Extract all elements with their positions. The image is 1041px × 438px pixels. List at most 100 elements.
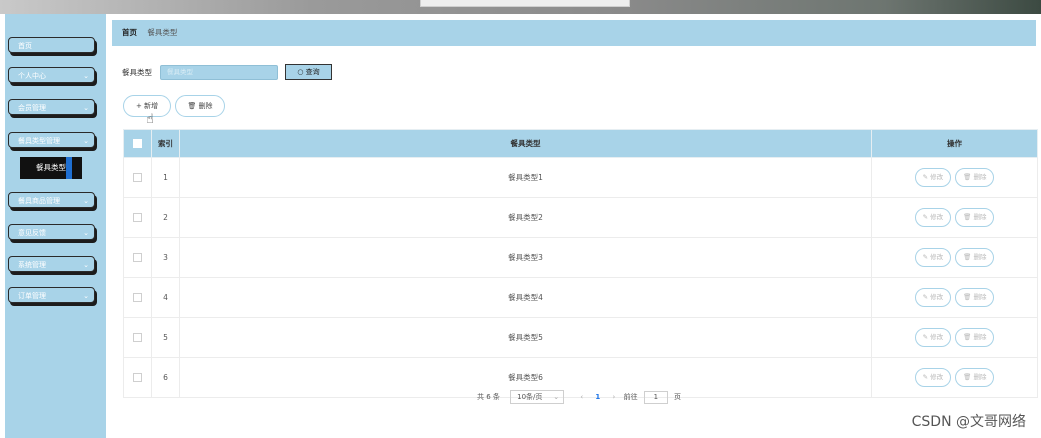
prev-page-button[interactable]: ‹ — [580, 393, 583, 401]
search-button-label: 查询 — [305, 68, 320, 76]
trash-icon: 🗑 — [963, 293, 972, 301]
goto-label: 前往 — [623, 393, 638, 401]
sidebar-item-feedback[interactable]: 意见反馈 ⌄ — [8, 224, 95, 240]
delete-button-label: 删除 — [973, 333, 987, 341]
edit-button-label: 修改 — [930, 173, 944, 181]
delete-button-label: 删除 — [973, 253, 987, 261]
row-actions: ✎ 修改 🗑 删除 — [871, 197, 1038, 238]
search-input[interactable]: 餐具类型 — [160, 65, 278, 80]
edit-button-label: 修改 — [930, 293, 944, 301]
chevron-down-icon: ⌄ — [83, 197, 89, 205]
chevron-down-icon: ⌄ — [83, 292, 89, 300]
sidebar-item-tableware-type-management[interactable]: 餐具类型管理 ⌄ — [8, 132, 95, 148]
delete-button[interactable]: 🗑 删除 — [955, 328, 995, 347]
delete-button-label: 删除 — [973, 173, 987, 181]
row-checkbox[interactable] — [133, 253, 142, 263]
sidebar-item-label: 意见反馈 — [18, 229, 46, 237]
row-actions: ✎ 修改 🗑 删除 — [871, 237, 1038, 278]
edit-button[interactable]: ✎ 修改 — [914, 208, 952, 227]
sidebar-item-label: 餐具类型管理 — [18, 137, 60, 145]
sidebar-item-home[interactable]: 首页 — [8, 37, 95, 53]
delete-button[interactable]: 🗑 删除 — [955, 248, 995, 267]
row-checkbox[interactable] — [133, 173, 142, 183]
sidebar-item-personal-center[interactable]: 个人中心 ⌄ — [8, 67, 95, 83]
edit-button[interactable]: ✎ 修改 — [914, 368, 952, 387]
table-header-row: 索引 餐具类型 操作 — [123, 129, 1038, 158]
watermark: CSDN @文哥网络 — [911, 414, 1026, 430]
edit-button-label: 修改 — [930, 253, 944, 261]
select-all-cell[interactable] — [123, 129, 152, 158]
header-ops: 操作 — [871, 129, 1038, 158]
sidebar-subitem-label: 餐具类型 — [36, 163, 66, 172]
trash-icon: 🗑 — [963, 333, 972, 341]
sidebar-item-system-management[interactable]: 系统管理 ⌄ — [8, 256, 95, 272]
row-type: 餐具类型3 — [179, 237, 872, 278]
edit-button[interactable]: ✎ 修改 — [914, 168, 952, 187]
table-row: 3 餐具类型3 ✎ 修改 🗑 删除 — [123, 237, 1038, 278]
batch-delete-button[interactable]: 🗑 删除 — [175, 95, 225, 117]
top-banner — [0, 0, 1041, 14]
page-size-value: 10条/页 — [517, 393, 543, 401]
row-type: 餐具类型2 — [179, 197, 872, 238]
header-index: 索引 — [151, 129, 180, 158]
trash-icon: 🗑 — [963, 173, 972, 181]
delete-button-label: 删除 — [973, 373, 987, 381]
edit-button-label: 修改 — [930, 373, 944, 381]
breadcrumb: 首页 餐具类型 — [112, 20, 1036, 46]
goto-page-input[interactable]: 1 — [643, 390, 668, 404]
table-row: 4 餐具类型4 ✎ 修改 🗑 删除 — [123, 277, 1038, 318]
delete-button[interactable]: 🗑 删除 — [955, 368, 995, 387]
trash-icon: 🗑 — [963, 373, 972, 381]
delete-button[interactable]: 🗑 删除 — [955, 168, 995, 187]
row-checkbox[interactable] — [133, 213, 142, 223]
row-type: 餐具类型5 — [179, 317, 872, 358]
top-banner-notch — [420, 0, 630, 7]
row-index: 5 — [151, 317, 180, 358]
search-button[interactable]: ○ 查询 — [285, 64, 332, 80]
edit-button[interactable]: ✎ 修改 — [914, 288, 952, 307]
delete-button-label: 删除 — [973, 293, 987, 301]
row-index: 1 — [151, 157, 180, 198]
hand-cursor-icon: ☝ — [146, 112, 154, 127]
row-index: 2 — [151, 197, 180, 238]
sidebar-item-label: 首页 — [18, 42, 32, 50]
sidebar-item-order-management[interactable]: 订单管理 ⌄ — [8, 287, 95, 303]
pencil-icon: ✎ — [922, 253, 929, 261]
delete-button[interactable]: 🗑 删除 — [955, 208, 995, 227]
pagination-total: 共 6 条 — [477, 393, 500, 401]
pencil-icon: ✎ — [922, 293, 929, 301]
edit-button[interactable]: ✎ 修改 — [914, 328, 952, 347]
add-button-label: 新增 — [144, 102, 159, 110]
trash-icon: 🗑 — [187, 102, 197, 110]
page-size-select[interactable]: 10条/页 ⌄ — [510, 390, 565, 404]
next-page-button[interactable]: › — [613, 393, 616, 401]
row-actions: ✎ 修改 🗑 删除 — [871, 277, 1038, 318]
sidebar-item-tableware-goods-management[interactable]: 餐具商品管理 ⌄ — [8, 192, 95, 208]
row-checkbox[interactable] — [133, 373, 142, 383]
chevron-down-icon: ⌄ — [83, 137, 89, 145]
sidebar-item-label: 系统管理 — [18, 261, 46, 269]
table-row: 1 餐具类型1 ✎ 修改 🗑 删除 — [123, 157, 1038, 198]
sidebar-item-label: 个人中心 — [18, 72, 46, 80]
row-type: 餐具类型4 — [179, 277, 872, 318]
sidebar-item-member-management[interactable]: 会员管理 ⌄ — [8, 99, 95, 115]
pagination: 共 6 条 10条/页 ⌄ ‹ 1 › 前往 1 页 — [477, 390, 681, 406]
trash-icon: 🗑 — [963, 253, 972, 261]
chevron-down-icon: ⌄ — [83, 104, 89, 112]
row-index: 6 — [151, 357, 180, 398]
row-checkbox[interactable] — [133, 293, 142, 303]
edit-button[interactable]: ✎ 修改 — [914, 248, 952, 267]
row-checkbox[interactable] — [133, 333, 142, 343]
sidebar-item-label: 订单管理 — [18, 292, 46, 300]
plus-icon: + — [135, 102, 142, 110]
sidebar-item-label: 餐具商品管理 — [18, 197, 60, 205]
current-page[interactable]: 1 — [595, 393, 600, 401]
breadcrumb-home[interactable]: 首页 — [122, 28, 137, 37]
row-actions: ✎ 修改 🗑 删除 — [871, 357, 1038, 398]
delete-button[interactable]: 🗑 删除 — [955, 288, 995, 307]
table-row: 5 餐具类型5 ✎ 修改 🗑 删除 — [123, 317, 1038, 358]
chevron-down-icon: ⌄ — [83, 261, 89, 269]
sidebar-subitem-tableware-type[interactable]: 餐具类型 — [20, 157, 82, 179]
table-row: 2 餐具类型2 ✎ 修改 🗑 删除 — [123, 197, 1038, 238]
select-all-checkbox[interactable] — [133, 139, 142, 149]
